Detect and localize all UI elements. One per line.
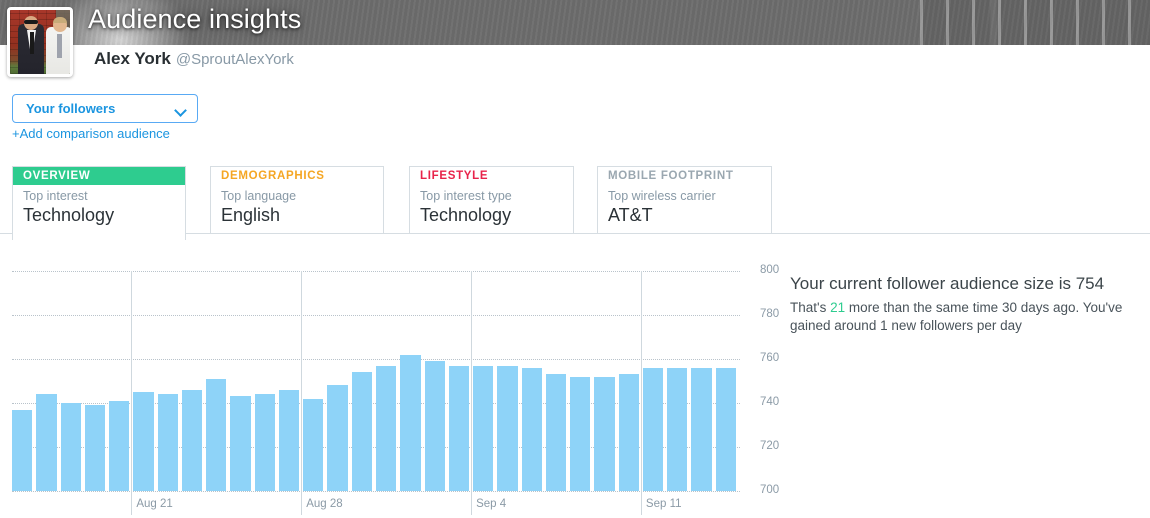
chart-bar[interactable] — [400, 354, 421, 491]
chart-bar[interactable] — [157, 394, 178, 491]
chart-x-gridline — [131, 271, 133, 491]
chart-bar[interactable] — [181, 389, 203, 491]
tab-mobile_footprint-metric-label: Top wireless carrier — [608, 189, 716, 203]
tab-lifestyle-label: LIFESTYLE — [420, 170, 489, 182]
chart-y-tick-label: 780 — [760, 308, 780, 320]
chart-x-tick-label: Aug 21 — [136, 498, 173, 510]
add-comparison-audience-link[interactable]: +Add comparison audience — [12, 126, 170, 141]
chart-x-gridline — [301, 271, 303, 491]
chart-bar[interactable] — [376, 365, 397, 491]
summary-headline: Your current follower audience size is 7… — [790, 274, 1105, 293]
chart-bar[interactable] — [351, 372, 372, 491]
chevron-down-icon — [174, 104, 187, 117]
chart-bar[interactable] — [327, 385, 348, 491]
profile-banner: Audience insights — [0, 0, 1150, 45]
chart-bar[interactable] — [545, 374, 567, 491]
tab-lifestyle[interactable]: LIFESTYLE Top interest type Technology — [409, 166, 574, 234]
chart-bar[interactable] — [254, 394, 275, 491]
chart-bar[interactable] — [473, 365, 494, 491]
chart-x-gridline — [640, 271, 642, 491]
summary-growth-value: 21 — [830, 300, 846, 315]
chart-bar[interactable] — [642, 367, 664, 491]
chart-plot-area: 800 780 760 740 720 700 Aug 21 Aug 28 Sep 4 Sep 1… — [12, 264, 779, 515]
profile-name: Alex York — [94, 49, 171, 68]
chart-bar[interactable] — [691, 367, 712, 491]
summary-detail: That's 21 more than the same time 30 day… — [790, 299, 1150, 335]
avatar-person-right-tie — [57, 34, 62, 58]
chart-bar[interactable] — [303, 398, 324, 491]
chart-bar[interactable] — [497, 365, 518, 491]
tab-demographics-label: DEMOGRAPHICS — [221, 170, 325, 182]
chart-bar[interactable] — [278, 389, 300, 491]
chart-bar[interactable] — [715, 367, 736, 491]
audience-select-label: Your followers — [26, 101, 116, 116]
tab-mobile_footprint-metric-value: AT&T — [608, 205, 653, 225]
profile-handle: @SproutAlexYork — [175, 51, 294, 68]
avatar-person-right-hair — [53, 17, 67, 23]
chart-bar[interactable] — [12, 409, 33, 491]
tab-lifestyle-metric-label: Top interest type — [420, 189, 512, 203]
audience-insights-page: Audience insights Alex York @SproutAlexYo… — [0, 0, 1150, 518]
chart-bar[interactable] — [594, 376, 615, 491]
chart-bar[interactable] — [230, 396, 251, 491]
summary-detail-before: That's — [790, 300, 831, 315]
chart-x-tick-label: Aug 28 — [306, 498, 343, 510]
chart-bar[interactable] — [60, 403, 81, 491]
chart-bar[interactable] — [667, 367, 688, 491]
chart-bar[interactable] — [424, 361, 445, 491]
chart-x-tick-label: Sep 4 — [476, 498, 507, 510]
profile-identity: Alex York @SproutAlexYork — [94, 49, 294, 69]
audience-select[interactable]: Your followers — [12, 94, 198, 123]
chart-bar[interactable] — [84, 405, 106, 491]
tab-demographics-metric-value: English — [221, 205, 281, 225]
chart-y-tick-label: 700 — [760, 484, 780, 496]
chart-bar[interactable] — [109, 400, 130, 491]
page-title: Audience insights — [88, 4, 302, 34]
chart-y-tick-label: 800 — [760, 264, 780, 276]
tab-demographics[interactable]: DEMOGRAPHICS Top language English — [210, 166, 384, 234]
tab-mobile_footprint-label: MOBILE FOOTPRINT — [608, 170, 734, 182]
chart-gridline — [12, 271, 740, 272]
tab-overview-label: OVERVIEW — [13, 167, 185, 185]
chart-bar[interactable] — [448, 365, 470, 491]
chart-bar[interactable] — [521, 367, 542, 491]
tab-overview-metric-label: Top interest — [23, 189, 88, 203]
chart-y-tick-label: 720 — [760, 440, 780, 452]
tab-demographics-metric-label: Top language — [221, 189, 297, 203]
tab-overview-metric-value: Technology — [23, 205, 115, 225]
follower-growth-chart: 800 780 760 740 720 700 Aug 21 Aug 28 Sep 4 Sep 1… — [0, 262, 780, 518]
chart-gridline — [12, 491, 740, 492]
avatar-person-left-tie — [30, 32, 34, 54]
tab-lifestyle-metric-value: Technology — [420, 205, 512, 225]
chart-x-gridline — [471, 271, 473, 491]
tab-mobile_footprint[interactable]: MOBILE FOOTPRINT Top wireless carrier AT&T — [597, 166, 772, 234]
avatar-person-left-sunglasses — [24, 20, 38, 24]
chart-x-tick-label: Sep 11 — [645, 498, 682, 510]
chart-gridline — [12, 359, 740, 360]
chart-bar[interactable] — [618, 374, 639, 491]
chart-gridline — [12, 315, 740, 316]
chart-bar[interactable] — [570, 376, 591, 491]
chart-y-tick-label: 740 — [760, 396, 780, 408]
chart-bar[interactable] — [36, 394, 57, 491]
chart-bar[interactable] — [133, 392, 154, 491]
avatar[interactable] — [7, 7, 73, 77]
tab-overview[interactable]: OVERVIEW Top interest Technology — [12, 166, 186, 240]
banner-photo-right-detail — [920, 0, 1150, 45]
chart-bar[interactable] — [206, 378, 227, 491]
chart-y-tick-label: 760 — [760, 352, 780, 364]
audience-summary: Your current follower audience size is 7… — [790, 273, 1150, 335]
